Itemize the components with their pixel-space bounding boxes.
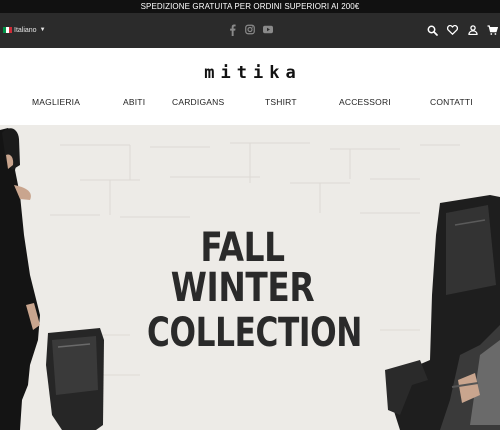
nav-item-tshirt[interactable]: TSHIRT: [265, 97, 297, 107]
hero-title: FALL WINTER COLLECTION: [120, 228, 365, 353]
promo-text: SPEDIZIONE GRATUITA PER ORDINI SUPERIORI…: [140, 2, 360, 11]
hero-banner[interactable]: FALL WINTER COLLECTION: [0, 125, 500, 430]
promo-bar: SPEDIZIONE GRATUITA PER ORDINI SUPERIORI…: [0, 0, 500, 13]
heart-icon[interactable]: [447, 25, 458, 36]
facebook-icon[interactable]: [227, 24, 237, 36]
nav-item-abiti[interactable]: ABITI: [123, 97, 145, 107]
youtube-icon[interactable]: [263, 24, 273, 35]
social-links: [227, 21, 273, 38]
main-navigation: MAGLIERIA ABITI CARDIGANS TSHIRT ACCESSO…: [0, 96, 500, 110]
italy-flag-icon: [3, 27, 12, 33]
nav-item-maglieria[interactable]: MAGLIERIA: [32, 97, 80, 107]
nav-item-contatti[interactable]: CONTATTI: [430, 97, 473, 107]
caret-down-icon: ▼: [39, 27, 46, 33]
language-selector[interactable]: Italiano ▼: [3, 24, 46, 36]
hero-title-line1: FALL WINTER: [170, 225, 315, 311]
nav-item-accessori[interactable]: ACCESSORI: [339, 97, 391, 107]
language-label: Italiano: [14, 26, 37, 34]
nav-item-cardigans[interactable]: CARDIGANS: [172, 97, 224, 107]
cart-icon[interactable]: [487, 24, 498, 36]
brand-logo[interactable]: mitika: [0, 63, 500, 83]
hero-title-line2: COLLECTION: [146, 310, 362, 356]
top-bar: Italiano ▼: [0, 13, 500, 48]
user-icon[interactable]: [467, 25, 478, 36]
instagram-icon[interactable]: [245, 24, 255, 35]
utility-icons: [427, 22, 498, 38]
search-icon[interactable]: [427, 25, 438, 36]
